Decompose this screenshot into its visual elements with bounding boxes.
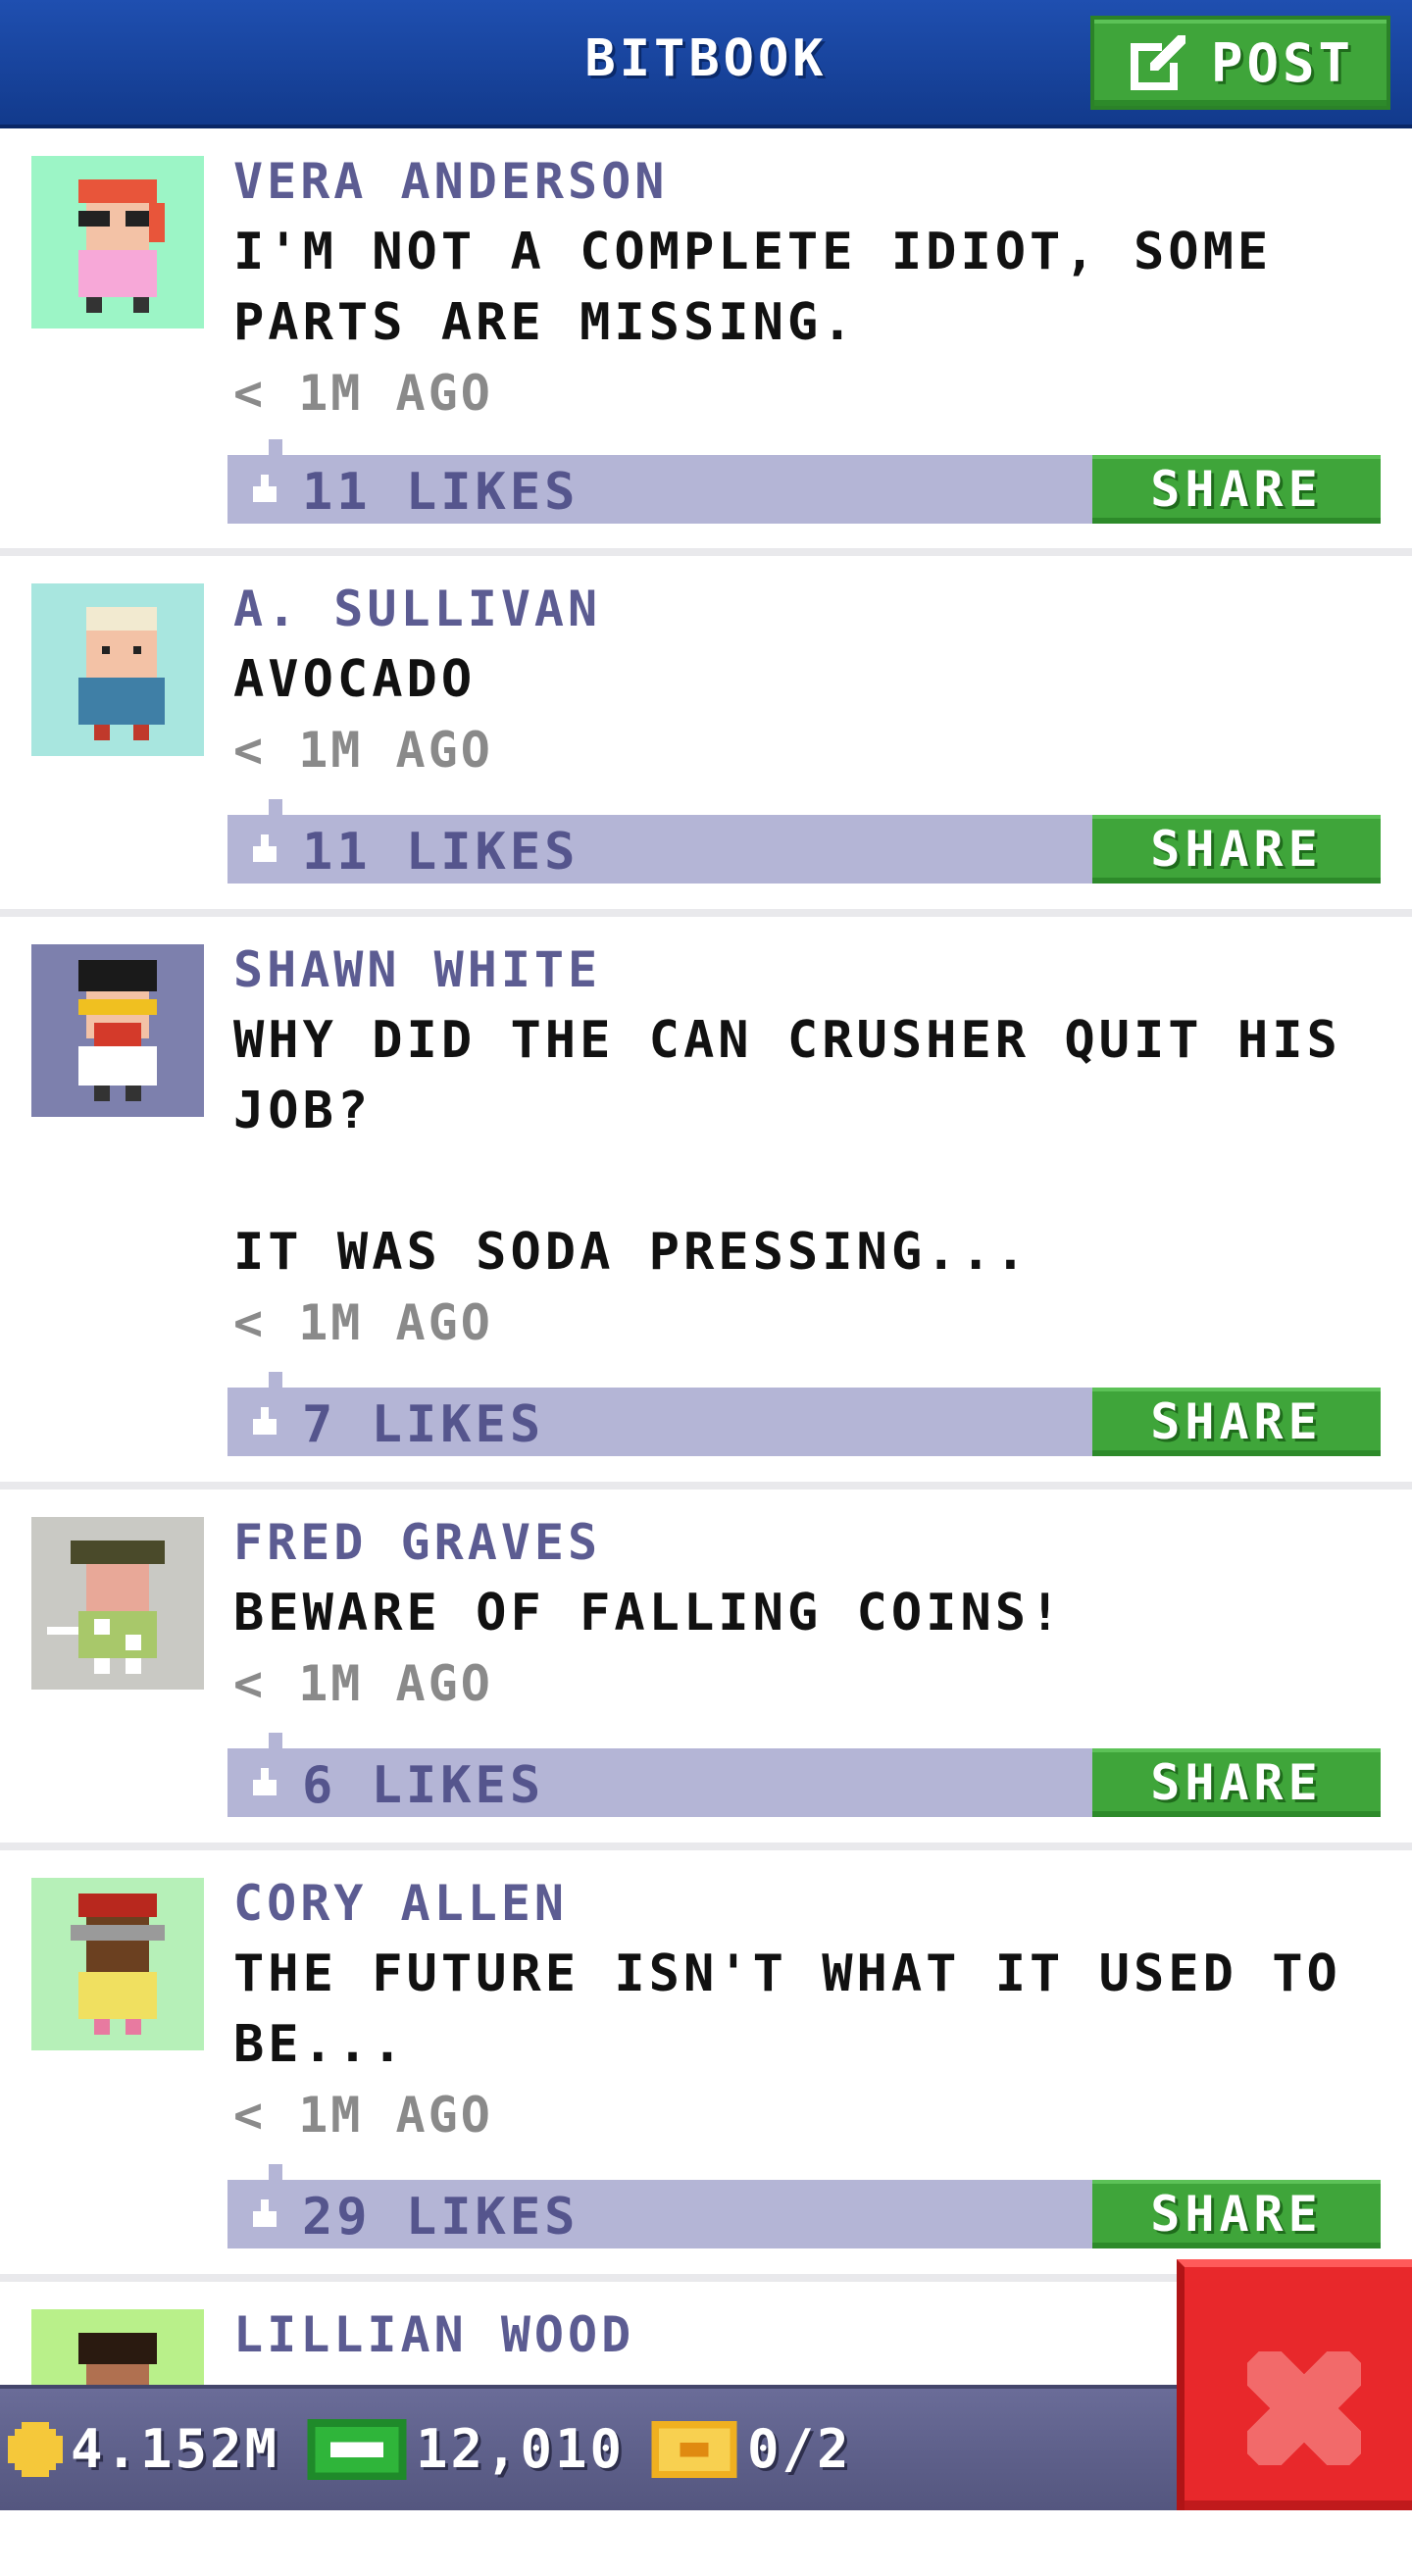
thumbs-up-icon[interactable] [249,1407,280,1439]
author-name[interactable]: A. SULLIVAN [233,574,1383,644]
avatar [31,1878,204,2050]
post-time: < 1M AGO [233,722,493,779]
author-name[interactable]: CORY ALLEN [233,1868,1383,1939]
feed-post: FRED GRAVES BEWARE OF FALLING COINS! < 1… [0,1490,1412,1850]
share-button[interactable]: SHARE [1092,815,1381,884]
feed-list: VERA ANDERSON I'M NOT A COMPLETE IDIOT, … [0,128,1412,2576]
post-message: WHY DID THE CAN CRUSHER QUIT HIS JOB? IT… [233,1011,1341,1282]
header-bar: BITBOOK POST [0,0,1412,128]
tickets-display: 0/2 [649,2418,852,2480]
close-icon [1247,2351,1361,2465]
avatar [31,156,204,328]
post-time: < 1M AGO [233,1655,493,1712]
share-button[interactable]: SHARE [1092,1388,1381,1456]
post-message: I'M NOT A COMPLETE IDIOT, SOME PARTS ARE… [233,223,1273,352]
pixel-character-icon [47,1541,165,1674]
avatar [31,1517,204,1690]
author-name[interactable]: SHAWN WHITE [233,934,1383,1005]
like-bar: 7 LIKES SHARE [227,1372,1381,1456]
coin-icon [8,2421,63,2477]
avatar [31,583,204,756]
like-bar: 11 LIKES SHARE [227,439,1381,524]
post-content: FRED GRAVES BEWARE OF FALLING COINS! < 1… [233,1507,1383,1719]
likes-count: 7 LIKES [302,1395,545,1454]
author-name[interactable]: VERA ANDERSON [233,146,1383,217]
coins-display: 4.152M [8,2418,279,2480]
ticket-icon [651,2420,737,2478]
compose-icon [1130,35,1185,90]
post-content: SHAWN WHITE WHY DID THE CAN CRUSHER QUIT… [233,934,1383,1358]
feed-post: A. SULLIVAN AVOCADO < 1M AGO 11 LIKES SH… [0,556,1412,917]
post-content: CORY ALLEN THE FUTURE ISN'T WHAT IT USED… [233,1868,1383,2150]
post-message: THE FUTURE ISN'T WHAT IT USED TO BE... [233,1945,1341,2074]
share-button[interactable]: SHARE [1092,1748,1381,1817]
pixel-character-icon [71,1894,165,2035]
feed-post: VERA ANDERSON I'M NOT A COMPLETE IDIOT, … [0,128,1412,556]
feed-post: CORY ALLEN THE FUTURE ISN'T WHAT IT USED… [0,1850,1412,2282]
post-time: < 1M AGO [233,365,493,422]
pixel-character-icon [78,179,165,313]
tickets-value: 0/2 [747,2418,852,2480]
bux-value: 12,010 [416,2418,626,2480]
like-bar: 29 LIKES SHARE [227,2164,1381,2248]
bux-display: 12,010 [306,2418,625,2480]
thumbs-up-icon[interactable] [249,475,280,506]
likes-count: 29 LIKES [302,2188,580,2247]
like-bar: 6 LIKES SHARE [227,1733,1381,1817]
thumbs-up-icon[interactable] [249,1768,280,1799]
post-button-label: POST [1210,31,1355,94]
author-name[interactable]: FRED GRAVES [233,1507,1383,1578]
feed-post: SHAWN WHITE WHY DID THE CAN CRUSHER QUIT… [0,917,1412,1490]
coins-value: 4.152M [71,2418,280,2480]
share-button[interactable]: SHARE [1092,455,1381,524]
likes-count: 6 LIKES [302,1756,545,1815]
thumbs-up-icon[interactable] [249,834,280,866]
post-content: A. SULLIVAN AVOCADO < 1M AGO [233,574,1383,785]
post-button[interactable]: POST [1090,16,1390,110]
likes-count: 11 LIKES [302,823,580,882]
like-bar: 11 LIKES SHARE [227,799,1381,884]
post-message: BEWARE OF FALLING COINS! [233,1584,1065,1642]
bux-icon [307,2418,407,2480]
close-button[interactable] [1177,2259,1412,2510]
pixel-character-icon [78,960,157,1101]
pixel-character-icon [78,607,165,740]
post-time: < 1M AGO [233,2087,493,2144]
likes-count: 11 LIKES [302,463,580,522]
post-message: AVOCADO [233,650,477,709]
share-button[interactable]: SHARE [1092,2180,1381,2248]
post-time: < 1M AGO [233,1294,493,1351]
thumbs-up-icon[interactable] [249,2199,280,2231]
post-content: VERA ANDERSON I'M NOT A COMPLETE IDIOT, … [233,146,1383,429]
avatar [31,944,204,1117]
